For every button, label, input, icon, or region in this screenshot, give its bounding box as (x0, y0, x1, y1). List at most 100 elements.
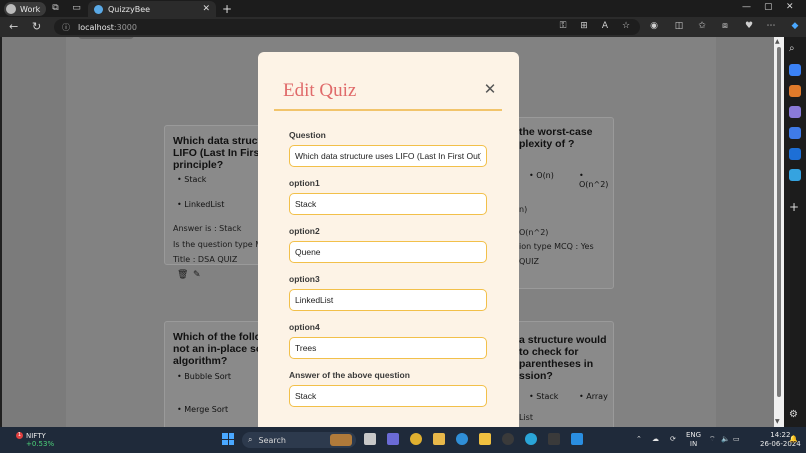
edit-icon[interactable]: ✎ (193, 270, 201, 280)
store-icon[interactable] (479, 433, 491, 445)
card-title: QUIZ (519, 257, 539, 266)
card-type: ion type MCQ : Yes (519, 242, 594, 251)
close-modal-icon[interactable]: ✕ (482, 81, 498, 97)
teams-icon[interactable] (387, 433, 399, 445)
delete-icon[interactable]: 🗑 (177, 270, 188, 280)
file-explorer-icon[interactable] (433, 433, 445, 445)
profile-avatar-icon (6, 4, 16, 14)
tab-title: QuizzyBee (108, 4, 151, 14)
add-icon[interactable]: + (789, 200, 801, 214)
profile-button[interactable]: Work (4, 2, 47, 16)
option1-input[interactable] (289, 193, 487, 215)
tools-icon[interactable] (789, 85, 801, 97)
microsoft365-icon[interactable] (789, 127, 801, 139)
copilot-icon[interactable]: ◆ (789, 21, 801, 31)
search-icon: ⌕ (248, 435, 253, 444)
split-screen-icon[interactable]: ◫ (673, 21, 685, 31)
shopping-tag-icon[interactable] (789, 64, 801, 76)
language-indicator[interactable]: ENG IN (686, 431, 701, 449)
more-menu-icon[interactable]: ⋯ (765, 21, 777, 31)
tab-actions-icon[interactable]: ▭ (71, 3, 82, 14)
wifi-icon[interactable]: ⌔ (709, 435, 716, 444)
minimize-button[interactable]: — (742, 2, 751, 12)
scrollbar-thumb[interactable] (777, 47, 781, 397)
card-option: • Stack (529, 392, 559, 401)
favorite-star-icon[interactable]: ☆ (620, 21, 632, 31)
battery-icon[interactable]: ▭ (733, 435, 740, 443)
top-pill (78, 37, 134, 39)
card-extra: n) (519, 205, 528, 214)
scroll-down-icon[interactable]: ▼ (775, 418, 780, 425)
notifications-bell-icon[interactable]: 🔔 (789, 435, 798, 443)
volume-icon[interactable]: 🔈 (721, 435, 730, 443)
option3-label: option3 (289, 274, 320, 284)
games-icon[interactable] (789, 106, 801, 118)
option3-input[interactable] (289, 289, 487, 311)
card-option: • O(n) (529, 171, 554, 180)
option1-label: option1 (289, 178, 320, 188)
card-option: • Bubble Sort (177, 372, 232, 381)
app-available-icon[interactable]: ⊞ (578, 21, 590, 31)
refresh-icon[interactable]: ↻ (32, 20, 41, 33)
task-view-icon[interactable] (364, 433, 376, 445)
card-extra: O(n^2) (519, 228, 549, 237)
quizzybee-favicon-icon (94, 4, 103, 14)
password-key-icon[interactable]: ⚿ (557, 21, 569, 31)
card-option: • Array (579, 392, 608, 401)
card-option: • O(n^2) (579, 171, 609, 189)
extensions-icon[interactable]: ♥ (743, 21, 755, 31)
chrome-icon[interactable] (410, 433, 422, 445)
show-hidden-icons[interactable]: ⌃ (636, 435, 642, 443)
tab-quizzybee[interactable]: QuizzyBee ✕ (88, 1, 216, 17)
card-question: a structure would to check for parenthes… (519, 334, 607, 382)
close-window-button[interactable]: ✕ (786, 2, 794, 12)
lang-line1: ENG (686, 431, 702, 439)
lang-line2: IN (689, 440, 698, 448)
sync-icon[interactable]: ⟳ (670, 435, 676, 443)
option4-label: option4 (289, 322, 320, 332)
collections-icon[interactable]: ⧈ (719, 21, 731, 31)
card-answer: Answer is : Stack (173, 224, 242, 233)
settings-gear-icon[interactable]: ⚙ (789, 409, 801, 421)
back-icon[interactable]: ← (9, 20, 18, 33)
ticker-change: +0.53% (26, 440, 55, 448)
windows-start-icon[interactable] (222, 433, 234, 445)
answer-label: Answer of the above question (289, 370, 410, 380)
maximize-button[interactable]: ▢ (764, 2, 773, 12)
send-icon[interactable] (789, 169, 801, 181)
workspaces-icon[interactable]: ⧉ (50, 3, 61, 14)
onedrive-icon[interactable]: ☁ (652, 435, 659, 443)
option2-input[interactable] (289, 241, 487, 263)
page-scrollbar[interactable]: ▲ ▼ (774, 37, 784, 427)
modal-title: Edit Quiz (283, 80, 357, 101)
terminal-icon[interactable] (548, 433, 560, 445)
favorites-icon[interactable]: ✩ (696, 21, 708, 31)
option2-label: option2 (289, 226, 320, 236)
dell-icon[interactable] (502, 433, 514, 445)
close-tab-icon[interactable]: ✕ (202, 4, 210, 14)
outlook-icon[interactable] (789, 148, 801, 160)
question-input[interactable] (289, 145, 487, 167)
search-icon[interactable]: ⌕ (789, 43, 801, 55)
url-port: :3000 (113, 22, 137, 32)
scroll-up-icon[interactable]: ▲ (775, 38, 780, 45)
new-tab-button[interactable]: + (222, 2, 232, 16)
edge-dev-icon[interactable] (456, 433, 468, 445)
card-type: Is the question type MC (173, 240, 268, 249)
site-info-icon[interactable]: ⓘ (62, 22, 70, 33)
vscode-icon[interactable] (571, 433, 583, 445)
option4-input[interactable] (289, 337, 487, 359)
read-aloud-icon[interactable]: A (599, 21, 611, 31)
notification-badge: 1 (16, 432, 23, 439)
browser-essentials-icon[interactable]: ◉ (648, 21, 660, 31)
card-question: Which of the follo not an in-place so al… (173, 331, 263, 367)
profile-label: Work (20, 4, 41, 14)
edge-icon[interactable] (525, 433, 537, 445)
answer-input[interactable] (289, 385, 487, 407)
card-title: Title : DSA QUIZ (173, 255, 238, 264)
taskbar-search[interactable]: ⌕ Search (242, 432, 356, 448)
card-question: Which data struct LIFO (Last In First pr… (173, 135, 263, 171)
url-host: localhost (78, 22, 114, 32)
question-label: Question (289, 130, 326, 140)
address-bar[interactable]: ⓘ localhost:3000 (54, 19, 640, 35)
